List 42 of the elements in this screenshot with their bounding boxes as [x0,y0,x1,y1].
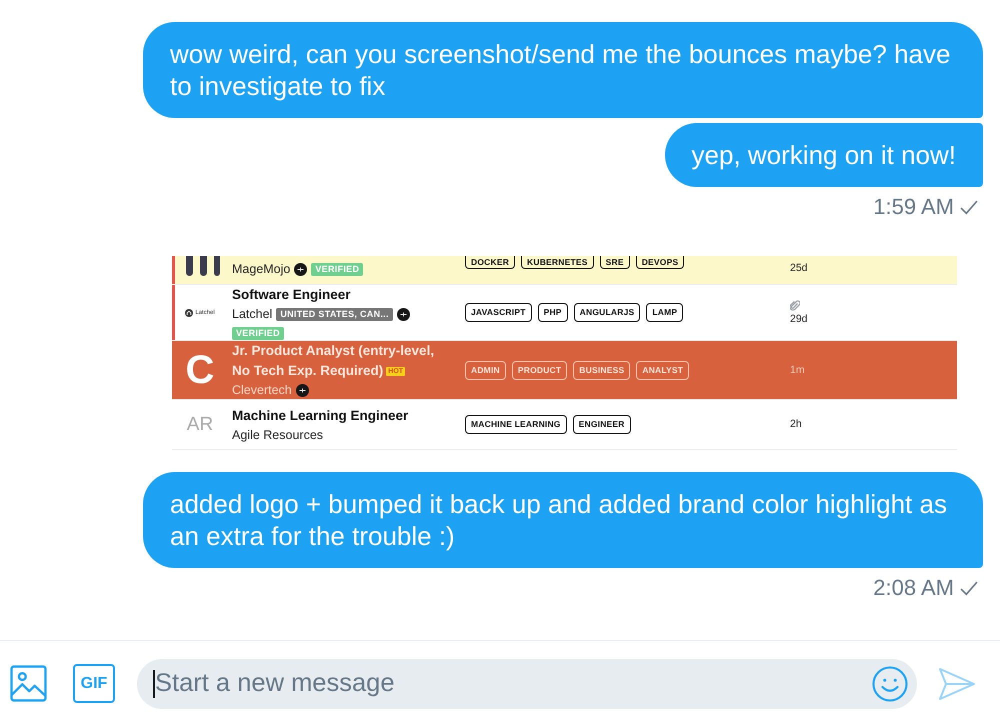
tag-chip[interactable]: LAMP [646,303,684,322]
message-bubble: added logo + bumped it back up and added brand color highlight as an extra for the trouble :) [143,472,983,568]
message-bubble: wow weird, can you screenshot/send me the bounces maybe? have to investigate to fix [143,22,983,118]
tag-chip[interactable]: MACHINE LEARNING [465,415,567,434]
tag-chip[interactable]: KUBERNETES [521,256,594,269]
tag-chip[interactable]: ANGULARJS [574,303,640,322]
logo-initials: AR [186,414,214,436]
message-time: 2:08 AM [873,576,954,600]
image-icon[interactable] [10,665,47,702]
company-name: Agile Resources [232,426,324,444]
message-input[interactable]: Start a new message [137,658,917,708]
verified-badge: VERIFIED [311,262,364,276]
job-title[interactable]: Software Engineer [232,285,351,305]
message-time: 1:59 AM [873,195,954,219]
posted-age: 2h [790,418,802,431]
tag-chip[interactable]: DEVOPS [636,256,684,269]
check-icon [960,200,978,214]
house-icon [185,308,194,316]
company-name: MageMojo [232,261,290,278]
seal-icon [296,384,309,396]
job-row[interactable]: MageMojo VERIFIED DOCKER KUBERNETES SRE DEVOPS 25d [172,256,957,285]
tag-chip[interactable]: SRE [600,256,630,269]
message-bubble: yep, working on it now! [664,123,983,187]
location-badge: UNITED STATES, CAN... [276,308,393,320]
seal-icon [294,262,308,276]
posted-age: 25d [790,262,808,275]
logo-letter: C [186,350,214,390]
posted-age: 1m [790,364,805,376]
tag-chip[interactable]: JAVASCRIPT [465,303,532,322]
company-name: Latchel [232,306,272,323]
tag-chip[interactable]: DOCKER [465,256,516,269]
tag-chip[interactable]: PHP [538,303,568,322]
text-cursor [153,670,155,698]
tag-chip[interactable]: ENGINEER [572,415,631,434]
send-icon[interactable] [938,666,976,700]
emoji-icon[interactable] [872,666,908,702]
seal-icon [396,308,410,320]
check-icon [960,580,978,596]
posted-age: 29d [790,312,808,326]
verified-badge: VERIFIED [232,327,284,340]
company-name: Clevertech [232,382,292,399]
job-title[interactable]: Machine Learning Engineer [232,406,408,426]
